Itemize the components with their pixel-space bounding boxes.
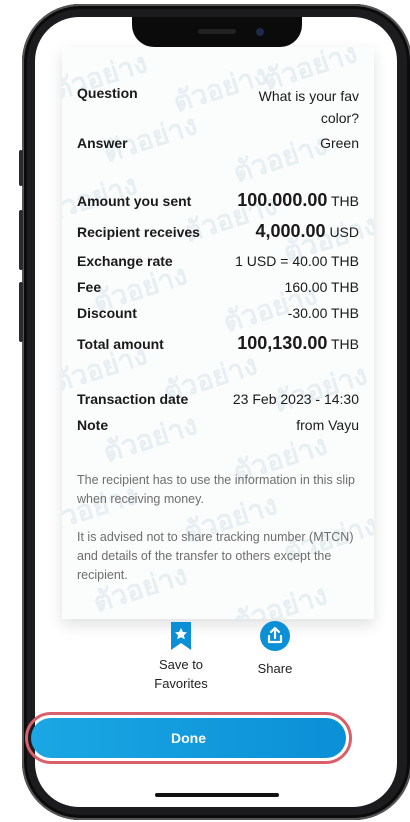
save-to-favorites-label: Save to Favorites <box>154 657 208 691</box>
share-button[interactable]: Share <box>247 621 303 678</box>
camera <box>256 28 264 36</box>
row-note: Note from Vayu <box>77 417 359 433</box>
recipient-receives-label: Recipient receives <box>77 224 200 240</box>
row-recipient-receives: Recipient receives 4,000.00 USD <box>77 221 359 242</box>
info-text-1: The recipient has to use the information… <box>77 473 355 506</box>
row-total-amount: Total amount 100,130.00 THB <box>77 333 359 354</box>
share-icon <box>260 621 290 651</box>
row-fee: Fee 160.00 THB <box>77 279 359 295</box>
share-label: Share <box>257 661 293 676</box>
phone-screen: ตัวอย่าง ตัวอย่าง ตัวอย่าง ตัวอย่าง ตัวอย่าง… <box>35 17 397 807</box>
amount-sent-currency: THB <box>331 193 359 209</box>
total-amount-value: 100,130.00 <box>237 333 328 353</box>
mute-switch <box>19 150 23 186</box>
discount-value: -30.00 THB <box>287 305 359 321</box>
volume-down-button <box>19 282 23 342</box>
watermark-text: ตัวอย่าง <box>229 128 331 189</box>
save-to-favorites-button[interactable]: Save to Favorites <box>142 621 220 693</box>
speaker <box>198 29 236 34</box>
row-discount: Discount -30.00 THB <box>77 305 359 321</box>
row-question: Question What is your fav color? <box>77 85 359 129</box>
fee-label: Fee <box>77 279 102 295</box>
question-label: Question <box>77 85 138 101</box>
transaction-date-label: Transaction date <box>77 391 189 407</box>
row-transaction-date: Transaction date 23 Feb 2023 - 14:30 <box>77 391 359 407</box>
recipient-receives-value: 4,000.00 <box>255 221 326 241</box>
exchange-rate-label: Exchange rate <box>77 253 173 269</box>
row-exchange-rate: Exchange rate 1 USD = 40.00 THB <box>77 253 359 269</box>
note-value: from Vayu <box>296 417 359 433</box>
bookmark-star-icon <box>168 621 194 650</box>
volume-up-button <box>19 210 23 270</box>
amount-sent-value: 100.000.00 <box>237 190 328 210</box>
done-button-highlight: Done <box>25 712 352 764</box>
done-button[interactable]: Done <box>31 718 346 758</box>
fee-value: 160.00 THB <box>284 279 359 295</box>
row-amount-sent: Amount you sent 100.000.00 THB <box>77 190 359 211</box>
amount-sent-label: Amount you sent <box>77 193 192 209</box>
watermark-text: ตัวอย่าง <box>269 358 371 419</box>
note-label: Note <box>77 417 109 433</box>
discount-label: Discount <box>77 305 137 321</box>
question-value: What is your fav color? <box>258 88 359 126</box>
total-amount-label: Total amount <box>77 336 164 352</box>
transfer-slip-card: ตัวอย่าง ตัวอย่าง ตัวอย่าง ตัวอย่าง ตัวอย่าง… <box>62 47 374 619</box>
watermark-text: ตัวอย่าง <box>99 408 201 469</box>
info-text-2: It is advised not to share tracking numb… <box>77 530 354 582</box>
total-amount-currency: THB <box>331 336 359 352</box>
transaction-date-value: 23 Feb 2023 - 14:30 <box>232 391 359 407</box>
answer-label: Answer <box>77 135 128 151</box>
exchange-rate-value: 1 USD = 40.00 THB <box>235 253 359 269</box>
recipient-receives-currency: USD <box>329 224 359 240</box>
notch <box>132 17 302 47</box>
home-indicator <box>155 793 279 797</box>
row-answer: Answer Green <box>77 135 359 151</box>
answer-value: Green <box>320 135 359 151</box>
